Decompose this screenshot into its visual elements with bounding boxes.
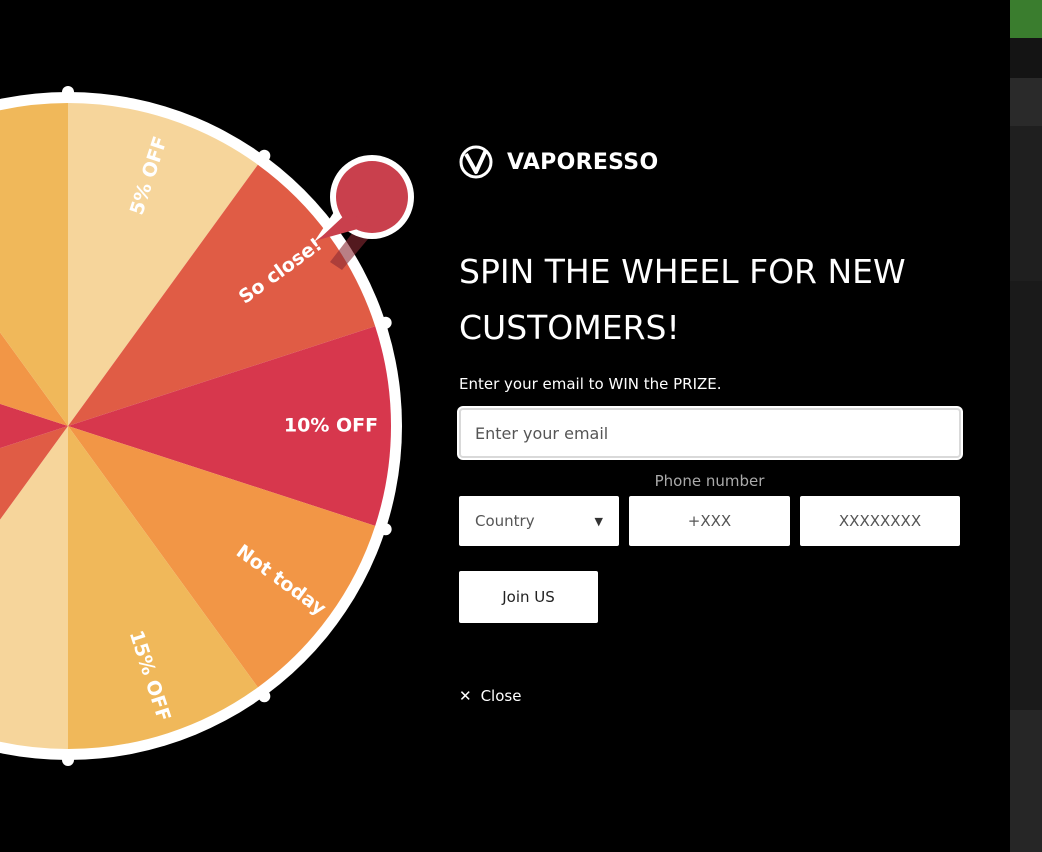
email-field[interactable] [459,408,961,458]
wheel-peg [379,316,392,329]
page-title: SPIN THE WHEEL FOR NEW CUSTOMERS! [459,244,979,356]
background-search-bar [1010,78,1042,126]
country-select-label: Country [475,512,535,530]
close-label: Close [480,687,522,705]
vaporesso-logo-icon [459,145,493,179]
country-code-field[interactable] [629,496,790,546]
brand-name: VAPORESSO [507,149,659,175]
wheel-segment-label: 10% OFF [284,415,378,437]
close-icon: ✕ [459,687,472,705]
brand-logo: VAPORESSO [459,145,658,179]
wheel-peg [258,690,271,703]
wheel-peg [379,523,392,536]
prize-wheel: 5% OFFSo close!10% OFFNot today15% OFFCo [0,86,414,766]
headline-line-1: SPIN THE WHEEL FOR NEW [459,252,906,291]
wheel-peg [62,86,74,98]
email-instruction: Enter your email to WIN the PRIZE. [459,375,722,393]
wheel-peg [258,149,271,162]
spin-wheel-popup: 5% OFFSo close!10% OFFNot today15% OFFCo… [0,0,1010,852]
background-banner [1010,0,1042,38]
headline-line-2: CUSTOMERS! [459,308,680,347]
background-footer [1010,710,1042,852]
phone-number-field[interactable] [800,496,960,546]
background-hero [1010,126,1042,281]
country-select[interactable]: Country ▼ [459,496,619,546]
chevron-down-icon: ▼ [594,514,603,528]
join-button[interactable]: Join US [459,571,598,623]
close-button[interactable]: ✕ Close [459,687,521,705]
wheel-peg [62,754,74,766]
background-nav [1010,38,1042,78]
phone-number-label: Phone number [654,472,765,490]
